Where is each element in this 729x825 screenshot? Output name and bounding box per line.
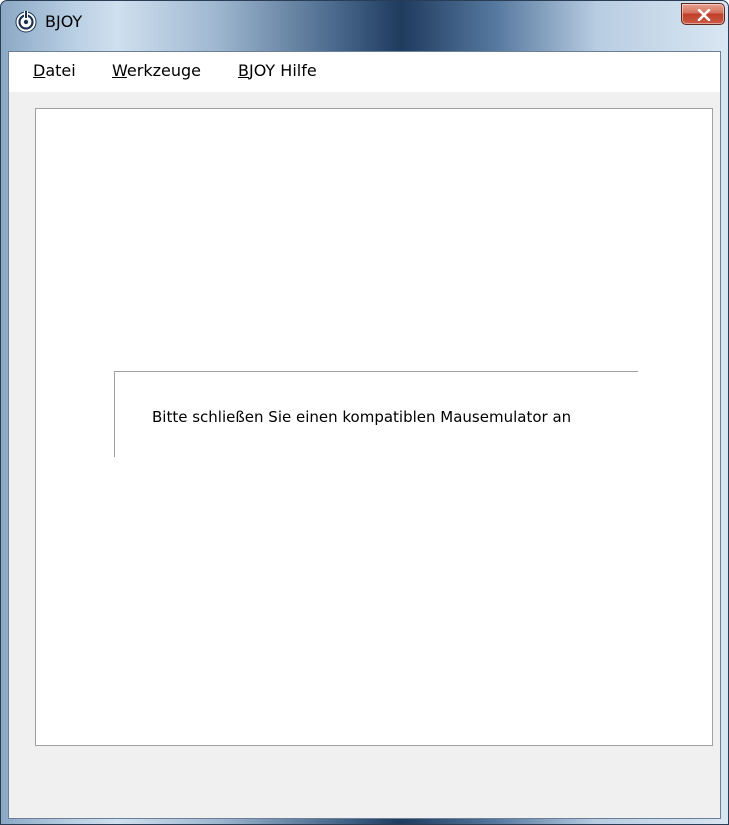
client-area: Datei Werkzeuge BJOY Hilfe Bitte schließ… bbox=[8, 51, 721, 819]
app-window: BJOY Datei Werkzeuge BJOY Hilfe Bitte sc… bbox=[0, 0, 729, 825]
close-button[interactable] bbox=[681, 3, 725, 25]
menu-datei[interactable]: Datei bbox=[33, 61, 76, 80]
status-bar bbox=[9, 752, 720, 818]
bjoy-app-icon[interactable] bbox=[15, 11, 37, 33]
main-panel: Bitte schließen Sie einen kompatiblen Ma… bbox=[35, 108, 713, 746]
close-icon bbox=[697, 9, 711, 21]
title-bar[interactable]: BJOY bbox=[1, 1, 728, 51]
window-title: BJOY bbox=[45, 12, 83, 31]
menu-bjoy-hilfe[interactable]: BJOY Hilfe bbox=[238, 61, 317, 80]
status-message: Bitte schließen Sie einen kompatiblen Ma… bbox=[152, 408, 572, 426]
menu-werkzeuge[interactable]: Werkzeuge bbox=[112, 61, 201, 80]
menu-bar: Datei Werkzeuge BJOY Hilfe bbox=[9, 52, 720, 92]
